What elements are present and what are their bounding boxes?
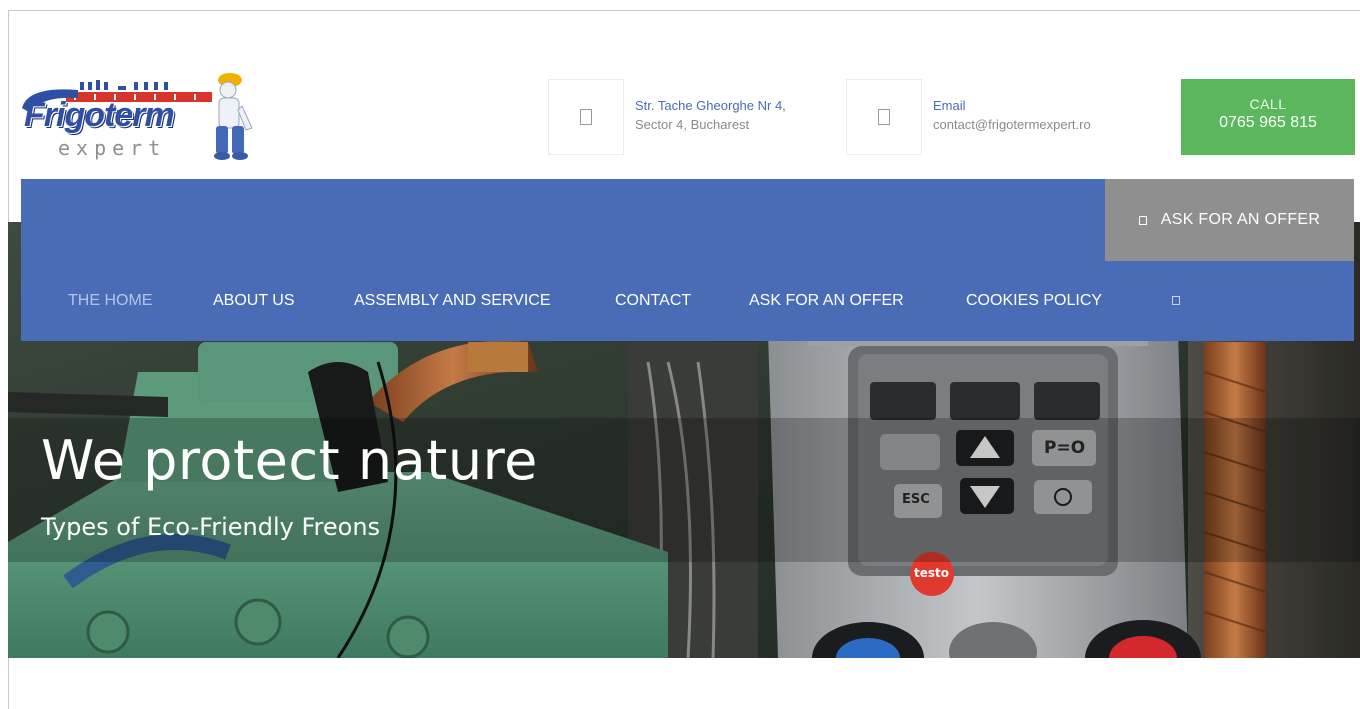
search-icon[interactable] xyxy=(1172,296,1180,305)
nav-item-contact[interactable]: CONTACT xyxy=(615,292,691,310)
address-line-2: Sector 4, Bucharest xyxy=(635,117,750,132)
email-block: Email contact@frigotermexpert.ro xyxy=(933,96,1091,134)
ask-offer-button[interactable]: ASK FOR AN OFFER xyxy=(1105,179,1354,261)
call-number: 0765 965 815 xyxy=(1219,114,1317,131)
page: Frigoterm expert Str. Tache Gheorghe Nr … xyxy=(0,0,1360,709)
map-marker-icon xyxy=(580,109,592,125)
address-block: Str. Tache Gheorghe Nr 4, Sector 4, Buch… xyxy=(635,96,786,134)
nav-item-home[interactable]: THE HOME xyxy=(68,292,152,310)
gauge-key-label: ESC xyxy=(902,492,930,507)
call-button[interactable]: CALL 0765 965 815 xyxy=(1181,79,1355,155)
pencil-icon xyxy=(1138,215,1147,225)
call-label: CALL xyxy=(1249,96,1287,112)
hero-title: We protect nature xyxy=(41,429,538,492)
nav-item-assembly-service[interactable]: ASSEMBLY AND SERVICE xyxy=(354,292,551,310)
logo-subtitle: expert xyxy=(58,136,167,160)
email-icon-box xyxy=(846,79,922,155)
gauge-key-label: P=O xyxy=(1044,438,1086,458)
ask-offer-label: ASK FOR AN OFFER xyxy=(1160,211,1321,228)
address-line-1: Str. Tache Gheorghe Nr 4, xyxy=(635,98,786,113)
frame-border-top xyxy=(8,10,1360,11)
nav-item-about[interactable]: ABOUT US xyxy=(213,292,295,310)
site-logo[interactable]: Frigoterm expert xyxy=(18,68,258,164)
nav-item-cookies[interactable]: COOKIES POLICY xyxy=(966,292,1102,310)
hero-subtitle: Types of Eco-Friendly Freons xyxy=(41,513,381,541)
nav-item-ask-offer[interactable]: ASK FOR AN OFFER xyxy=(749,292,904,310)
brand-badge: testo xyxy=(914,566,949,580)
email-label: Email xyxy=(933,98,966,113)
envelope-icon xyxy=(878,109,890,125)
email-link[interactable]: contact@frigotermexpert.ro xyxy=(933,115,1091,134)
address-icon-box xyxy=(548,79,624,155)
logo-wordmark: Frigoterm xyxy=(24,96,175,134)
